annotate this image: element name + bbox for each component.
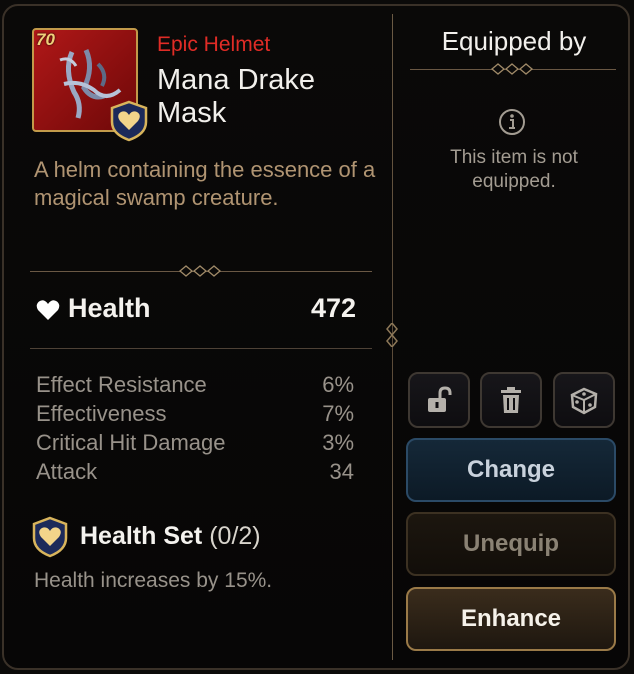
substat-label: Attack <box>36 459 98 484</box>
health-set-icon <box>32 516 68 558</box>
trash-icon <box>501 387 521 413</box>
main-stat-value: 472 <box>310 293 356 323</box>
substat-label: Critical Hit Damage <box>36 430 226 455</box>
substat-value: 7% <box>322 401 354 426</box>
equipped-by-title: Equipped by <box>441 26 587 56</box>
health-set-badge-icon <box>110 100 148 142</box>
item-name: Mana Drake Mask <box>157 64 315 129</box>
substat-list: Effect Resistance 6% Effectiveness 7% Cr… <box>36 370 354 486</box>
lock-button[interactable] <box>408 372 470 428</box>
item-description: A helm containing the essence of a magic… <box>34 157 376 210</box>
substat-label: Effect Resistance <box>36 372 207 397</box>
delete-button[interactable] <box>480 372 542 428</box>
equipped-message: This item is not equipped. <box>450 147 578 192</box>
substat-value: 3% <box>322 430 354 455</box>
stat-divider <box>30 348 372 349</box>
random-button[interactable] <box>553 372 615 428</box>
set-count: (0/2) <box>209 522 261 550</box>
main-stat-label: Health <box>68 293 151 323</box>
dice-icon <box>570 387 598 415</box>
set-name-label: Health Set <box>80 522 203 550</box>
change-button[interactable]: Change <box>406 438 616 502</box>
divider-ornament-icon <box>490 63 534 75</box>
substat-value: 6% <box>322 372 354 397</box>
item-rarity: Epic Helmet <box>157 33 271 56</box>
set-name: Health Set (0/2) <box>80 522 261 551</box>
divider-diamond-icon <box>386 323 398 347</box>
info-icon <box>499 109 525 135</box>
divider-ornament-icon <box>178 265 222 277</box>
substat-row: Critical Hit Damage 3% <box>36 428 354 457</box>
substat-label: Effectiveness <box>36 401 167 426</box>
substat-value: 34 <box>329 459 354 484</box>
heart-icon <box>36 300 60 320</box>
substat-row: Effectiveness 7% <box>36 399 354 428</box>
substat-row: Effect Resistance 6% <box>36 370 354 399</box>
unlock-icon <box>428 386 452 412</box>
set-description: Health increases by 15%. <box>34 569 273 592</box>
substat-row: Attack 34 <box>36 457 354 486</box>
unequip-button[interactable]: Unequip <box>406 512 616 576</box>
item-level: 70 <box>36 30 55 49</box>
enhance-button[interactable]: Enhance <box>406 587 616 651</box>
